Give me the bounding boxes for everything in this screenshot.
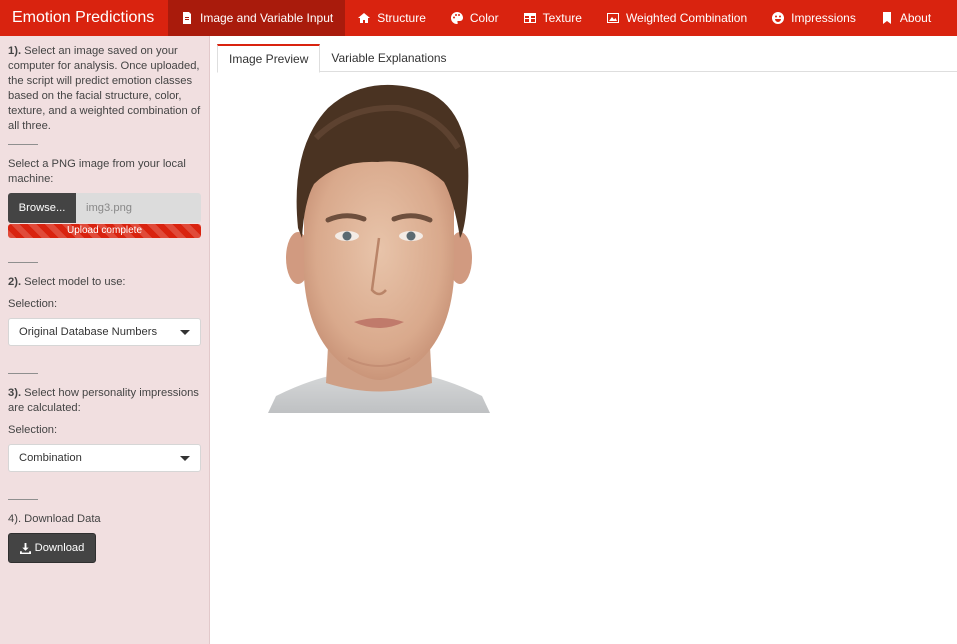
- table-icon: [523, 11, 537, 25]
- nav-tab-label: About: [899, 11, 932, 25]
- nav-tab-texture[interactable]: Texture: [511, 0, 594, 36]
- browse-button[interactable]: Browse...: [8, 193, 76, 223]
- nav-tab-label: Structure: [377, 11, 426, 25]
- face-image-preview: [268, 78, 490, 413]
- tab-variable-explanations[interactable]: Variable Explanations: [320, 44, 457, 72]
- nav-tab-label: Color: [469, 11, 499, 25]
- bookmark-icon: [880, 11, 894, 25]
- file-input-label: Select a PNG image from your local machi…: [8, 158, 186, 185]
- upload-progress-bar: Upload complete: [8, 224, 201, 238]
- nav-tab-image-input[interactable]: Image and Variable Input: [168, 0, 346, 36]
- nav-tab-color[interactable]: Color: [438, 0, 511, 36]
- download-button-label: Download: [34, 542, 85, 554]
- app-title[interactable]: Emotion Predictions: [0, 9, 168, 27]
- impression-selection-label: Selection:: [8, 424, 58, 436]
- nav-tab-weighted-combination[interactable]: Weighted Combination: [594, 0, 759, 36]
- step3-number: 3).: [8, 387, 22, 399]
- step1-number: 1).: [8, 45, 22, 57]
- nav-tab-impressions[interactable]: Impressions: [759, 0, 868, 36]
- step1-text: Select an image saved on your computer f…: [8, 45, 201, 132]
- separator: [8, 144, 38, 145]
- caret-down-icon: [180, 329, 190, 335]
- main-panel: Image Preview Variable Explanations: [211, 36, 957, 644]
- download-icon: [19, 542, 31, 554]
- nav-tabs: Image and Variable Input Structure Color…: [168, 0, 943, 36]
- home-icon: [357, 11, 371, 25]
- file-icon: [180, 11, 194, 25]
- nav-tab-label: Weighted Combination: [625, 11, 748, 25]
- impression-select[interactable]: Combination: [8, 444, 201, 472]
- step2-number: 2).: [8, 276, 22, 288]
- tab-image-preview[interactable]: Image Preview: [217, 44, 321, 73]
- separator: [8, 499, 38, 500]
- step2-text: Select model to use:: [21, 276, 126, 288]
- nav-tab-label: Image and Variable Input: [200, 11, 334, 25]
- palette-icon: [450, 11, 464, 25]
- upload-progress-text: Upload complete: [66, 225, 143, 236]
- model-selection-label: Selection:: [8, 298, 58, 310]
- content-tabs: Image Preview Variable Explanations: [217, 44, 957, 73]
- impression-select-value: Combination: [19, 452, 82, 464]
- file-input: Browse... img3.png: [8, 193, 201, 223]
- download-button[interactable]: Download: [8, 533, 96, 563]
- image-icon: [606, 11, 620, 25]
- file-name-field[interactable]: img3.png: [76, 193, 201, 223]
- nav-tab-structure[interactable]: Structure: [345, 0, 438, 36]
- model-select[interactable]: Original Database Numbers: [8, 318, 201, 346]
- nav-tab-label: Impressions: [791, 11, 856, 25]
- smile-icon: [771, 11, 785, 25]
- step3-instructions: 3). Select how personality impressions a…: [8, 386, 201, 416]
- caret-down-icon: [180, 455, 190, 461]
- step1-instructions: 1). Select an image saved on your comput…: [8, 44, 201, 134]
- separator: [8, 262, 38, 263]
- step4-instructions: 4). Download Data: [8, 513, 101, 525]
- step3-text: Select how personality impressions are c…: [8, 387, 199, 414]
- step2-instructions: 2). Select model to use:: [8, 275, 201, 290]
- nav-tab-about[interactable]: About: [868, 0, 943, 36]
- sidebar-panel: 1). Select an image saved on your comput…: [0, 36, 210, 644]
- model-select-value: Original Database Numbers: [19, 326, 158, 338]
- nav-tab-label: Texture: [542, 11, 582, 25]
- separator: [8, 373, 38, 374]
- navbar: Emotion Predictions Image and Variable I…: [0, 0, 957, 36]
